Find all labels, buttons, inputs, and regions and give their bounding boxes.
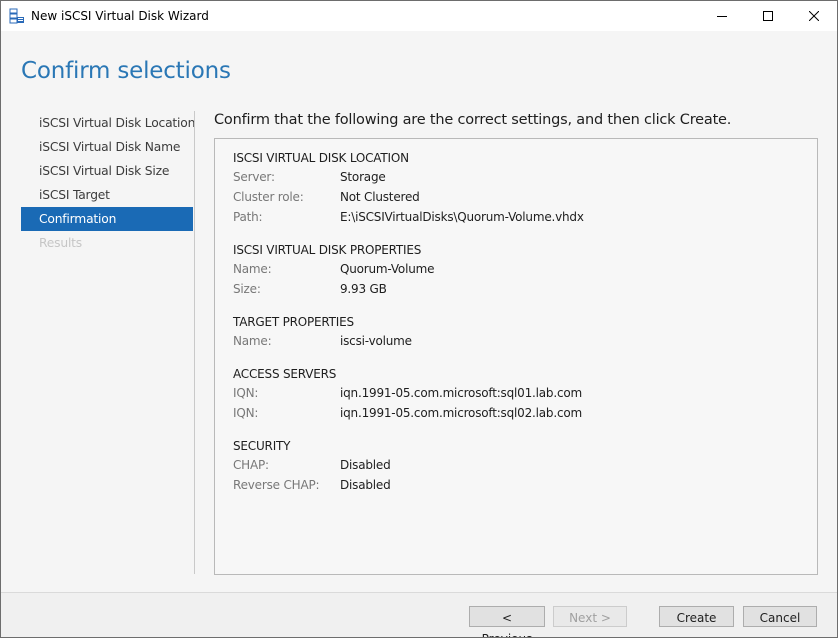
row-value: Quorum-Volume	[340, 262, 435, 276]
row-value: 9.93 GB	[340, 282, 387, 296]
nav-step-disk-size[interactable]: iSCSI Virtual Disk Size	[21, 159, 193, 183]
row-key: Server:	[233, 170, 275, 184]
maximize-button[interactable]	[745, 1, 791, 31]
settings-summary-box: ISCSI VIRTUAL DISK LOCATION Server: Stor…	[214, 138, 818, 575]
row-key: Cluster role:	[233, 190, 304, 204]
nav-step-confirmation[interactable]: Confirmation	[21, 207, 193, 231]
row-value: E:\iSCSIVirtualDisks\Quorum-Volume.vhdx	[340, 210, 584, 224]
row-key: CHAP:	[233, 458, 269, 472]
summary-section-access-servers: ACCESS SERVERS IQN: iqn.1991-05.com.micr…	[233, 365, 803, 423]
row-key: IQN:	[233, 406, 259, 420]
summary-section-disk-location: ISCSI VIRTUAL DISK LOCATION Server: Stor…	[233, 149, 803, 227]
close-button[interactable]	[791, 1, 837, 31]
section-heading: ACCESS SERVERS	[233, 367, 337, 381]
wizard-footer: < Previous Next > Create Cancel	[1, 592, 837, 637]
row-key: Size:	[233, 282, 261, 296]
row-value: iscsi-volume	[340, 334, 412, 348]
instruction-text: Confirm that the following are the corre…	[214, 112, 732, 128]
title-bar[interactable]: New iSCSI Virtual Disk Wizard	[1, 1, 837, 31]
row-key: Name:	[233, 334, 272, 348]
next-button: Next >	[553, 606, 627, 627]
row-value: Storage	[340, 170, 386, 184]
nav-step-disk-location[interactable]: iSCSI Virtual Disk Location	[21, 111, 195, 135]
summary-row: CHAP: Disabled	[233, 455, 803, 475]
close-icon	[809, 11, 819, 21]
wizard-content: Confirm selections iSCSI Virtual Disk Lo…	[1, 31, 837, 592]
row-key: Reverse CHAP:	[233, 478, 320, 492]
summary-row: Size: 9.93 GB	[233, 279, 803, 299]
create-button[interactable]: Create	[659, 606, 734, 627]
summary-row: Name: Quorum-Volume	[233, 259, 803, 279]
summary-section-target-properties: TARGET PROPERTIES Name: iscsi-volume	[233, 313, 803, 351]
window-title: New iSCSI Virtual Disk Wizard	[31, 9, 209, 23]
summary-section-security: SECURITY CHAP: Disabled Reverse CHAP: Di…	[233, 437, 803, 495]
summary-row: Reverse CHAP: Disabled	[233, 475, 803, 495]
nav-step-iscsi-target[interactable]: iSCSI Target	[21, 183, 193, 207]
page-title: Confirm selections	[21, 58, 231, 84]
row-key: Path:	[233, 210, 263, 224]
summary-row: Cluster role: Not Clustered	[233, 187, 803, 207]
row-value: Not Clustered	[340, 190, 420, 204]
maximize-icon	[763, 11, 773, 21]
row-key: Name:	[233, 262, 272, 276]
summary-row: IQN: iqn.1991-05.com.microsoft:sql01.lab…	[233, 383, 803, 403]
summary-row: Name: iscsi-volume	[233, 331, 803, 351]
row-value: iqn.1991-05.com.microsoft:sql01.lab.com	[340, 386, 582, 400]
cancel-button[interactable]: Cancel	[743, 606, 817, 627]
row-key: IQN:	[233, 386, 259, 400]
nav-step-disk-name[interactable]: iSCSI Virtual Disk Name	[21, 135, 193, 159]
wizard-window: New iSCSI Virtual Disk Wizard Confirm se…	[0, 0, 838, 638]
minimize-icon	[717, 16, 727, 17]
section-heading: SECURITY	[233, 439, 291, 453]
section-heading: TARGET PROPERTIES	[233, 315, 354, 329]
minimize-button[interactable]	[699, 1, 745, 31]
wizard-step-nav: iSCSI Virtual Disk Location iSCSI Virtua…	[21, 111, 195, 255]
previous-button[interactable]: < Previous	[469, 606, 545, 637]
summary-row: Path: E:\iSCSIVirtualDisks\Quorum-Volume…	[233, 207, 803, 227]
row-value: Disabled	[340, 458, 391, 472]
section-heading: ISCSI VIRTUAL DISK PROPERTIES	[233, 243, 422, 257]
summary-section-disk-properties: ISCSI VIRTUAL DISK PROPERTIES Name: Quor…	[233, 241, 803, 299]
row-value: Disabled	[340, 478, 391, 492]
summary-row: IQN: iqn.1991-05.com.microsoft:sql02.lab…	[233, 403, 803, 423]
summary-row: Server: Storage	[233, 167, 803, 187]
iscsi-disk-app-icon	[9, 8, 24, 24]
nav-divider	[194, 111, 195, 574]
nav-step-results: Results	[39, 236, 83, 250]
section-heading: ISCSI VIRTUAL DISK LOCATION	[233, 151, 409, 165]
row-value: iqn.1991-05.com.microsoft:sql02.lab.com	[340, 406, 582, 420]
